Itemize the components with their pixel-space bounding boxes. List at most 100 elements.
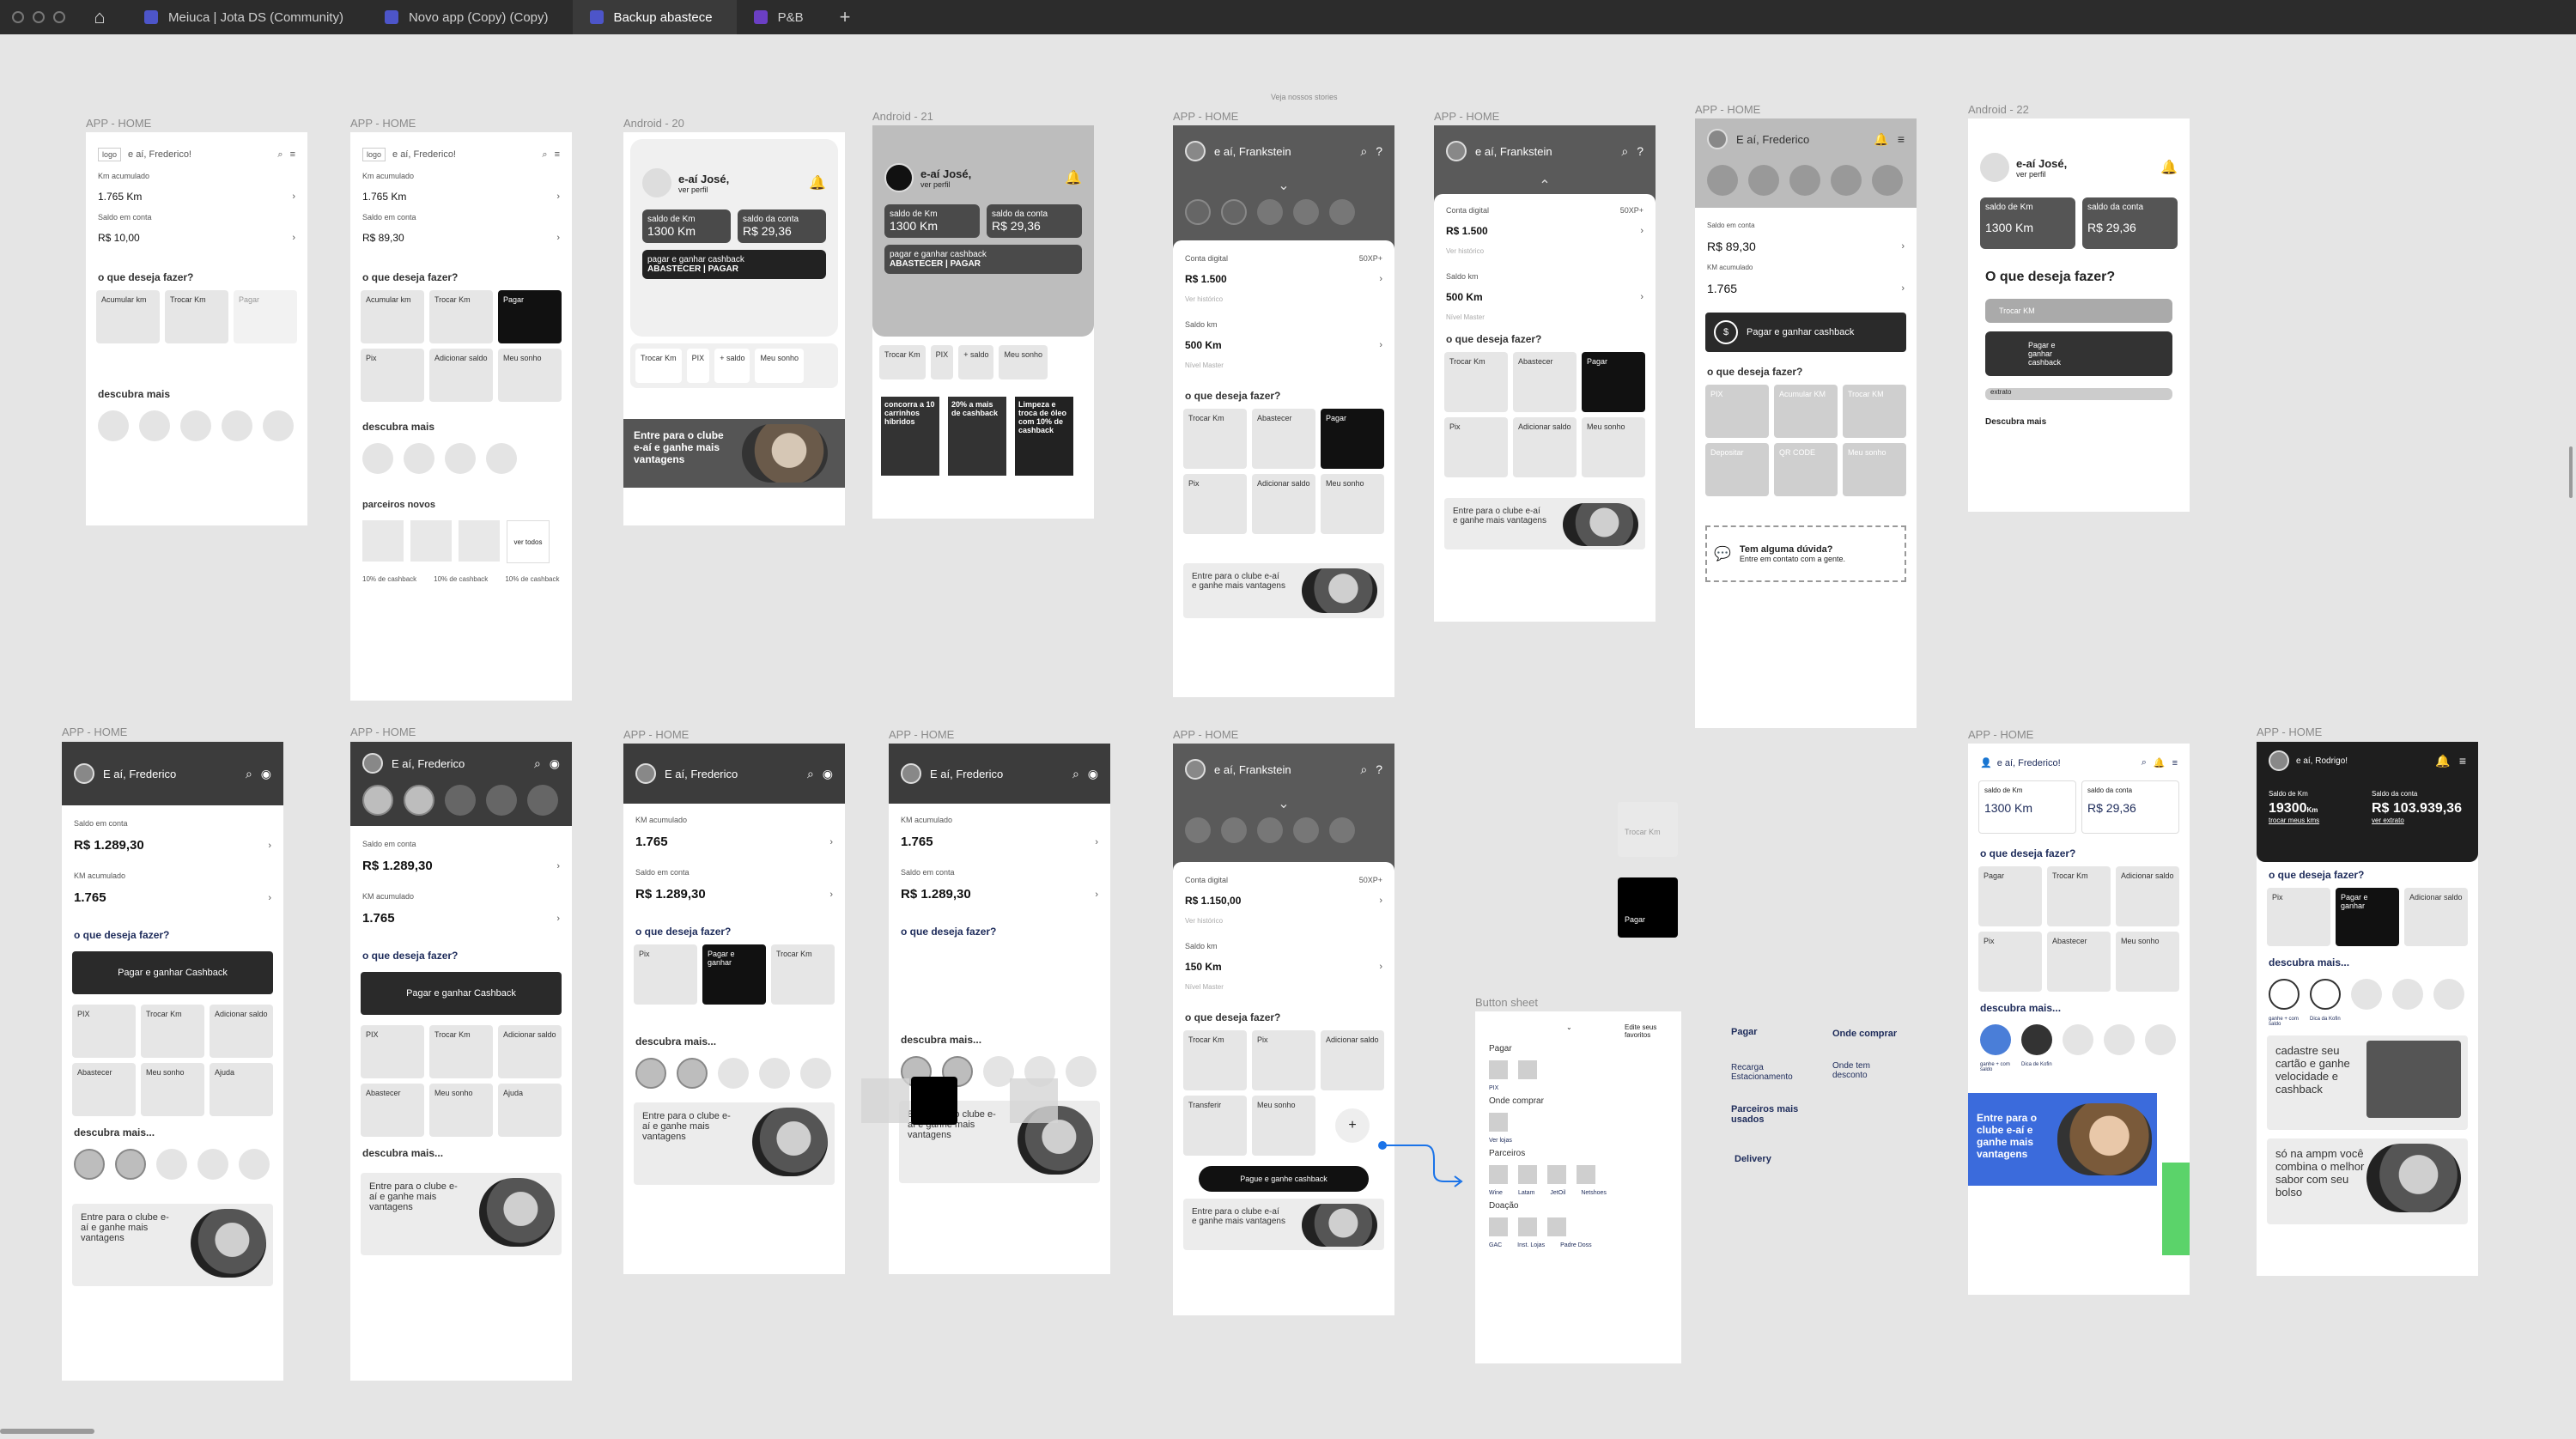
chevron-down-icon[interactable]: ⌄	[1173, 795, 1394, 812]
story-circle[interactable]	[2145, 1024, 2176, 1055]
chevron-right-icon[interactable]: ›	[829, 890, 833, 900]
tile-ajuda[interactable]: Ajuda	[498, 1084, 562, 1137]
edit-favorites-link[interactable]: Edite seus favoritos	[1625, 1023, 1668, 1039]
promo-banner[interactable]: Entre para o clube e-aí e ganhe mais van…	[623, 419, 845, 488]
km-card[interactable]: saldo de Km 1300 Km	[1978, 780, 2076, 834]
drag-ghost-tile[interactable]	[1010, 1078, 1058, 1123]
help-icon[interactable]: ?	[1376, 144, 1382, 159]
eye-icon[interactable]: ◉	[550, 756, 560, 771]
tile-sonho[interactable]: Meu sonho	[1321, 474, 1384, 534]
ver-perfil-link[interactable]: ver perfil	[920, 180, 971, 189]
story-circle[interactable]	[1257, 817, 1283, 843]
menu-icon[interactable]: ≡	[2459, 754, 2466, 768]
chevron-right-icon[interactable]: ›	[1379, 340, 1382, 350]
story-circle[interactable]	[156, 1149, 187, 1180]
story-circle[interactable]	[677, 1058, 708, 1089]
action-trocar[interactable]: Trocar Km	[635, 349, 682, 383]
tile-abastecer[interactable]: Abastecer	[1513, 352, 1577, 412]
chevron-down-icon[interactable]: ⌄	[1173, 177, 1394, 194]
tile-pagar[interactable]: Pagar	[1978, 866, 2042, 926]
story-circle[interactable]	[486, 443, 517, 474]
chevron-right-icon[interactable]: ›	[1901, 241, 1905, 252]
promo-banner[interactable]: Entre para o clube e-aí e ganhe mais van…	[361, 1173, 562, 1255]
promo-card[interactable]: cadastre seu cartão e ganhe velocidade e…	[2267, 1035, 2468, 1130]
bell-icon[interactable]: 🔔	[1874, 132, 1888, 147]
tile-pix[interactable]: PIX	[361, 1025, 424, 1078]
action-saldo[interactable]: + saldo	[958, 345, 994, 379]
story-circle[interactable]	[1980, 1024, 2011, 1055]
menu-icon[interactable]: ≡	[2172, 758, 2178, 768]
chevron-right-icon[interactable]: ›	[1640, 226, 1643, 236]
eye-icon[interactable]: ◉	[1088, 767, 1098, 781]
story-circle[interactable]	[180, 410, 211, 441]
user-icon[interactable]: 👤	[1980, 757, 1992, 768]
story-circle[interactable]	[527, 785, 558, 816]
story-card[interactable]: concorra a 10 carrinhos híbridos	[881, 397, 939, 476]
avatar[interactable]	[74, 763, 94, 784]
promo-banner[interactable]: Entre para o clube e-aí e ganhe mais van…	[1183, 1199, 1384, 1250]
avatar[interactable]	[1185, 141, 1206, 161]
help-icon[interactable]: ?	[1637, 144, 1643, 159]
story-circle[interactable]	[2269, 979, 2300, 1010]
ver-perfil-link[interactable]: ver perfil	[678, 185, 729, 194]
action-sonho[interactable]: Meu sonho	[999, 345, 1048, 379]
promo-banner[interactable]: Entre para o clube e-aí e ganhe mais van…	[72, 1204, 273, 1286]
saldo-card[interactable]: saldo da conta R$ 29,36	[2081, 780, 2179, 834]
trocar-km-button[interactable]: Trocar KM	[1985, 299, 2172, 323]
story-circle[interactable]	[115, 1149, 146, 1180]
story-circle[interactable]	[362, 443, 393, 474]
tile-trocar[interactable]: Trocar Km	[771, 944, 835, 1005]
action-sonho[interactable]: Meu sonho	[755, 349, 804, 383]
saldo-card[interactable]: saldo da conta R$ 29,36	[738, 209, 826, 243]
extrato-bar[interactable]: extrato	[1985, 388, 2172, 400]
story-circle[interactable]	[2021, 1024, 2052, 1055]
tile-sonho[interactable]: Meu sonho	[1843, 443, 1906, 496]
story-circle[interactable]	[1329, 817, 1355, 843]
tile-pagar[interactable]: Pagar	[1582, 352, 1645, 412]
promo-banner[interactable]: Entre para o clube e-aí e ganhe mais van…	[1444, 498, 1645, 549]
home-icon[interactable]: ⌂	[84, 0, 115, 34]
story-circle[interactable]	[404, 443, 434, 474]
chevron-right-icon[interactable]: ›	[268, 893, 271, 903]
tile-pix[interactable]: Pix	[361, 349, 424, 402]
avatar[interactable]	[1980, 153, 2009, 182]
eye-icon[interactable]: ◉	[261, 767, 271, 781]
tile-abastecer[interactable]: Abastecer	[361, 1084, 424, 1137]
tile-adicionar[interactable]: Adicionar saldo	[1513, 417, 1577, 477]
story-circle[interactable]	[1066, 1056, 1097, 1087]
story-circle[interactable]	[139, 410, 170, 441]
ver-todos-button[interactable]: ver todos	[507, 520, 550, 563]
chevron-right-icon[interactable]: ›	[556, 233, 560, 243]
partner-tile[interactable]	[362, 520, 404, 562]
bell-icon[interactable]: 🔔	[2160, 159, 2178, 176]
sheet-item[interactable]	[1547, 1165, 1566, 1184]
story-circle[interactable]	[445, 443, 476, 474]
tile-trocar[interactable]: Trocar Km	[2047, 866, 2111, 926]
search-icon[interactable]: ⌕	[542, 149, 547, 161]
floating-tile-trocar[interactable]: Trocar Km	[1618, 802, 1678, 857]
search-icon[interactable]: ⌕	[534, 756, 541, 771]
tile-pagar[interactable]: Pagar	[1321, 409, 1384, 469]
chevron-right-icon[interactable]: ›	[292, 233, 295, 243]
search-icon[interactable]: ⌕	[807, 767, 814, 781]
menu-icon[interactable]: ≡	[290, 149, 295, 160]
tile-adicionar[interactable]: Adicionar saldo	[498, 1025, 562, 1078]
tab-backup-abastece[interactable]: Backup abastece	[572, 0, 737, 34]
avatar[interactable]	[1185, 759, 1206, 780]
km-card[interactable]: saldo de Km 1300 Km	[1980, 197, 2075, 249]
sheet-item[interactable]	[1489, 1217, 1508, 1236]
avatar[interactable]	[901, 763, 921, 784]
story-circle[interactable]	[404, 785, 434, 816]
avatar[interactable]	[884, 163, 914, 192]
search-icon[interactable]: ⌕	[1360, 762, 1367, 777]
help-icon[interactable]: ?	[1376, 762, 1382, 777]
avatar[interactable]	[642, 168, 671, 197]
tile-trocar[interactable]: Trocar KM	[1843, 385, 1906, 438]
promo-card[interactable]: só na ampm você combina o melhor sabor c…	[2267, 1138, 2468, 1224]
pagar-cashback-button[interactable]: Pagar e ganhar Cashback	[361, 972, 562, 1015]
help-card[interactable]: 💬 Tem alguma dúvida? Entre em contato com …	[1705, 525, 1906, 582]
sheet-item[interactable]	[1518, 1060, 1537, 1079]
story-circle[interactable]	[1872, 165, 1903, 196]
tile-sonho[interactable]: Meu sonho	[2116, 932, 2179, 992]
story-circle[interactable]	[635, 1058, 666, 1089]
